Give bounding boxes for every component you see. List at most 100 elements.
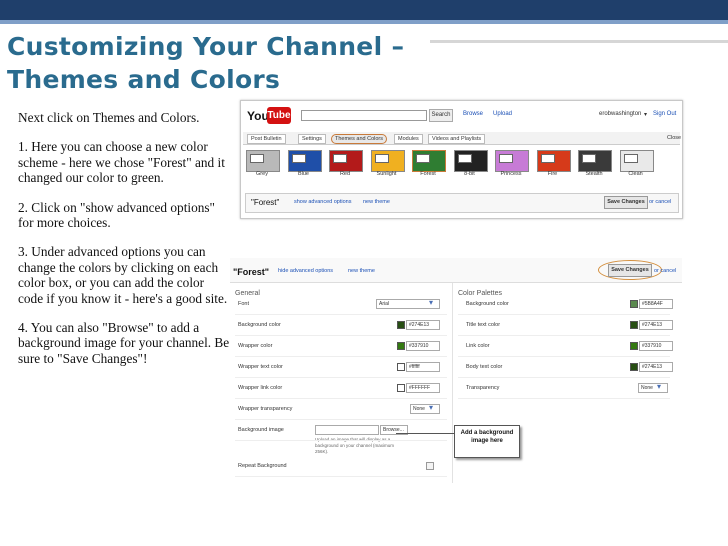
background-image-input[interactable] <box>315 425 379 435</box>
row-divider <box>458 314 670 315</box>
color-code-input[interactable]: #FFFFFF <box>406 383 440 393</box>
callout-arrow <box>396 433 454 434</box>
chevron-down-icon[interactable]: ▾ <box>429 403 433 412</box>
cancel-link[interactable]: or cancel <box>649 199 671 205</box>
color-code-input[interactable]: #5B8A4F <box>639 299 673 309</box>
theme-swatch-label: Red <box>339 171 351 177</box>
tab-modules[interactable]: Modules <box>394 134 423 144</box>
color-box[interactable] <box>397 363 405 371</box>
color-code-input[interactable]: #337910 <box>639 341 673 351</box>
theme-swatch-label: Grey <box>256 171 268 177</box>
hide-advanced-options-link[interactable]: hide advanced options <box>278 268 333 274</box>
repeat-background-checkbox[interactable] <box>426 462 434 470</box>
new-theme-link[interactable]: new theme <box>348 268 375 274</box>
row-divider <box>235 314 447 315</box>
logo-you: You <box>247 109 269 123</box>
new-theme-link[interactable]: new theme <box>363 199 390 205</box>
search-button[interactable]: Search <box>429 109 453 122</box>
theme-swatch-label: Blue <box>297 171 309 177</box>
color-box[interactable] <box>397 321 405 329</box>
swatch-preview <box>374 154 389 163</box>
theme-swatch[interactable] <box>246 150 280 172</box>
theme-swatch[interactable] <box>578 150 612 172</box>
save-changes-button[interactable]: Save Changes <box>604 196 648 209</box>
color-box[interactable] <box>397 384 405 392</box>
user-name[interactable]: erobwashington <box>599 111 641 117</box>
youtube-logo: You Tube <box>247 106 291 126</box>
color-box[interactable] <box>630 363 638 371</box>
row-divider <box>235 419 447 420</box>
general-row-label: Wrapper transparency <box>238 406 293 412</box>
transparency-select[interactable]: None <box>638 383 668 393</box>
search-input[interactable] <box>301 110 427 121</box>
channel-tabs: Post Bulletin Settings Themes and Colors… <box>243 132 681 145</box>
theme-swatch[interactable] <box>495 150 529 172</box>
row-divider <box>235 335 447 336</box>
instruction-paragraph: 4. You can also "Browse" to add a backgr… <box>18 320 230 366</box>
general-row-label: Background image <box>238 427 284 433</box>
color-box[interactable] <box>397 342 405 350</box>
theme-swatch[interactable] <box>453 150 488 172</box>
general-row-label: Wrapper link color <box>238 385 283 391</box>
row-divider <box>458 335 670 336</box>
sign-out-link[interactable]: Sign Out <box>653 111 676 117</box>
row-divider <box>235 476 447 477</box>
swatch-preview <box>333 154 347 163</box>
theme-swatch[interactable] <box>412 150 446 172</box>
palette-row-label: Body text color <box>466 364 503 370</box>
theme-swatch-label: Forest <box>420 171 436 177</box>
theme-swatch-label: Sunlight <box>376 171 397 177</box>
color-box[interactable] <box>630 321 638 329</box>
chevron-down-icon[interactable]: ▾ <box>644 111 647 118</box>
palette-row-label: Background color <box>466 301 509 307</box>
theme-swatch-label: Stealth <box>585 171 603 177</box>
chevron-down-icon[interactable]: ▾ <box>429 298 433 307</box>
upload-link[interactable]: Upload <box>493 111 512 117</box>
chevron-down-icon[interactable]: ▾ <box>657 382 661 391</box>
dropdown-select[interactable]: None <box>410 404 440 414</box>
selected-theme-name: "Forest" <box>251 198 280 207</box>
general-row-label: Wrapper text color <box>238 364 283 370</box>
instruction-paragraph: Next click on Themes and Colors. <box>18 110 200 125</box>
background-image-callout: Add a background image here <box>454 425 520 458</box>
color-box[interactable] <box>630 300 638 308</box>
close-link[interactable]: Close <box>667 135 681 141</box>
swatch-preview <box>623 154 638 163</box>
tab-themes-and-colors[interactable]: Themes and Colors <box>331 134 387 144</box>
theme-swatch[interactable] <box>370 150 405 172</box>
theme-swatch[interactable] <box>287 150 322 172</box>
tab-post-bulletin[interactable]: Post Bulletin <box>247 134 286 144</box>
color-box[interactable] <box>630 342 638 350</box>
title-line-1: Customizing Your Channel – <box>7 32 405 61</box>
title-divider <box>430 40 728 43</box>
theme-swatch[interactable] <box>536 150 571 172</box>
swatch-preview <box>582 154 596 163</box>
cancel-link[interactable]: or cancel <box>654 268 676 274</box>
section-divider <box>452 283 453 483</box>
swatch-preview <box>416 154 430 163</box>
instructions-text: Next click on Themes and Colors. 1. Here… <box>18 110 230 380</box>
color-code-input[interactable]: #274E13 <box>639 320 673 330</box>
tab-settings[interactable]: Settings <box>298 134 326 144</box>
browse-link[interactable]: Browse <box>463 111 483 117</box>
theme-swatch-label: 8-bit <box>464 171 475 177</box>
logo-tube: Tube <box>267 107 291 124</box>
tab-videos-playlists[interactable]: Videos and Playlists <box>428 134 486 144</box>
show-advanced-options-link[interactable]: show advanced options <box>294 199 351 205</box>
instruction-paragraph: 3. Under advanced options you can change… <box>18 244 228 306</box>
row-divider <box>235 377 447 378</box>
row-divider <box>235 398 447 399</box>
color-code-input[interactable]: #ffffff <box>406 362 440 372</box>
instruction-paragraph: 2. Click on "show advanced options" for … <box>18 199 215 231</box>
swatch-preview <box>457 154 472 163</box>
general-section-title: General <box>235 290 260 297</box>
color-code-input[interactable]: #337910 <box>406 341 440 351</box>
banner-stripe <box>0 20 728 24</box>
general-row-label: Repeat Background <box>238 463 287 469</box>
theme-swatch[interactable] <box>619 150 654 172</box>
swatch-preview <box>540 154 555 163</box>
save-changes-button[interactable]: Save Changes <box>608 264 652 277</box>
color-code-input[interactable]: #274E13 <box>406 320 440 330</box>
color-code-input[interactable]: #274E13 <box>639 362 673 372</box>
theme-swatch[interactable] <box>329 150 363 172</box>
